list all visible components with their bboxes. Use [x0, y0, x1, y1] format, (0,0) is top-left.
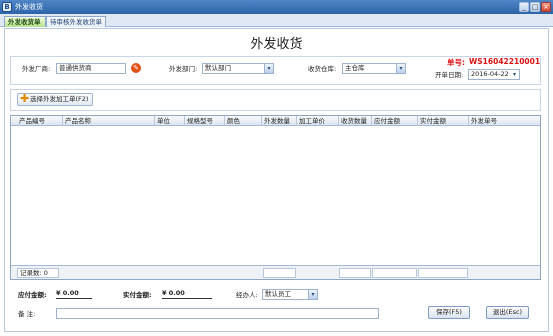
- total-outsource-qty: [263, 268, 296, 278]
- page-title: 外发收货: [250, 37, 303, 52]
- column-header[interactable]: 规格型号: [185, 116, 225, 126]
- column-header[interactable]: 实付金额: [418, 116, 469, 126]
- warehouse-value: 主仓库: [345, 64, 365, 72]
- chevron-down-icon[interactable]: ▾: [308, 290, 317, 299]
- supplier-lookup-icon[interactable]: ✎: [131, 63, 141, 73]
- column-header[interactable]: 产品名称: [63, 116, 155, 126]
- close-button[interactable]: ×: [541, 2, 551, 12]
- window-title: 外发收货: [15, 3, 43, 11]
- column-header[interactable]: 收货数量: [339, 116, 372, 126]
- column-header[interactable]: 颜色: [225, 116, 262, 126]
- handler-label: 经办人:: [236, 291, 258, 299]
- maximize-button[interactable]: □: [530, 2, 540, 12]
- record-count-label: 记录数:: [20, 269, 42, 277]
- select-processing-order-label: 选择外发加工单(F2): [30, 95, 89, 103]
- order-no-value: WS16042210001: [469, 57, 541, 66]
- minimize-button[interactable]: _: [519, 2, 529, 12]
- grid-header: 产品编号 产品名称 单位 规格型号 颜色 外发数量 加工单价 收货数量 应付金额…: [11, 116, 540, 126]
- items-grid[interactable]: 产品编号 产品名称 单位 规格型号 颜色 外发数量 加工单价 收货数量 应付金额…: [10, 115, 541, 280]
- total-received-qty: [339, 268, 371, 278]
- record-count-value: 0: [43, 269, 48, 277]
- chevron-down-icon[interactable]: ▾: [264, 64, 273, 73]
- department-label: 外发部门:: [169, 65, 198, 73]
- column-header[interactable]: 加工单价: [297, 116, 339, 126]
- handler-select[interactable]: 默认员工 ▾: [262, 289, 318, 300]
- chevron-down-icon[interactable]: ▾: [510, 70, 519, 79]
- window-title-bar[interactable]: B 外发收货 _ □ ×: [0, 0, 553, 14]
- column-header[interactable]: 外发单号: [469, 116, 540, 126]
- column-header[interactable]: 单位: [155, 116, 185, 126]
- tab-outsource-receipt[interactable]: 外发收货单: [4, 16, 46, 27]
- warehouse-select[interactable]: 主仓库 ▾: [342, 63, 406, 74]
- remark-label: 备 注:: [18, 310, 36, 318]
- total-paid: [418, 268, 468, 278]
- chevron-down-icon[interactable]: ▾: [396, 64, 405, 73]
- supplier-field[interactable]: 普通供货商: [56, 63, 126, 74]
- app-icon: B: [2, 2, 12, 12]
- payable-value: ¥ 0.00: [56, 288, 92, 299]
- save-button[interactable]: 保存(F5): [428, 306, 470, 319]
- column-header[interactable]: 应付金额: [372, 116, 418, 126]
- date-value: 2016-04-22: [471, 70, 509, 78]
- column-header[interactable]: 产品编号: [17, 116, 63, 126]
- plus-icon: ✚: [20, 92, 30, 105]
- remark-input[interactable]: [56, 308, 379, 319]
- warehouse-label: 收货仓库:: [308, 65, 337, 73]
- department-select[interactable]: 默认部门 ▾: [202, 63, 274, 74]
- department-value: 默认部门: [205, 64, 231, 72]
- order-no-label: 单号:: [447, 58, 465, 67]
- paid-label: 实付金额:: [123, 291, 152, 299]
- date-label: 开单日期:: [435, 71, 464, 79]
- date-picker[interactable]: 2016-04-22 ▾: [468, 69, 520, 80]
- paid-value: ¥ 0.00: [162, 288, 212, 299]
- select-processing-order-button[interactable]: ✚ 选择外发加工单(F2): [17, 93, 93, 106]
- total-payable: [372, 268, 417, 278]
- payable-label: 应付金额:: [18, 291, 47, 299]
- grid-footer: 记录数: 0: [11, 265, 540, 279]
- handler-value: 默认员工: [265, 290, 291, 298]
- column-header[interactable]: 外发数量: [262, 116, 297, 126]
- tab-strip: 外发收货单 待审核外发收货单: [0, 14, 553, 27]
- supplier-label: 外发厂商:: [22, 65, 51, 73]
- exit-button[interactable]: 退出(Esc): [486, 306, 529, 319]
- tab-pending-review[interactable]: 待审核外发收货单: [46, 16, 106, 27]
- record-count: 记录数: 0: [17, 268, 59, 278]
